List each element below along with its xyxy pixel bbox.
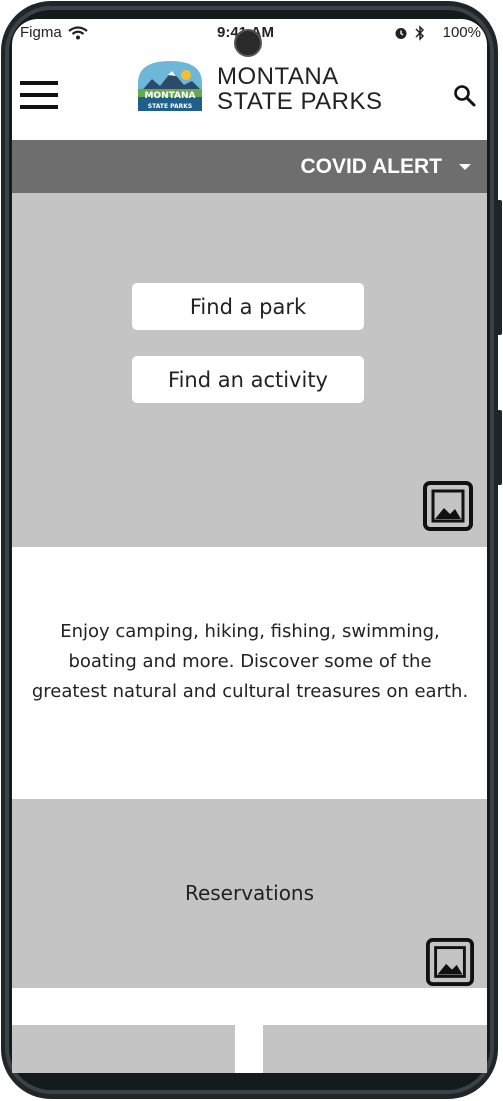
- brand-title-line1: MONTANA: [217, 63, 339, 90]
- intro-text: Enjoy camping, hiking, fishing, swimming…: [31, 621, 469, 702]
- logo-text-line2: STATE PARKS: [148, 103, 193, 110]
- covid-alert-label: COVID ALERT: [300, 155, 442, 178]
- section-divider: [12, 988, 487, 1025]
- image-placeholder-icon: [426, 938, 474, 986]
- bluetooth-icon: [415, 25, 425, 41]
- alarm-icon: [395, 28, 407, 39]
- battery-label: 100%: [442, 24, 481, 41]
- header: MONTANA STATE PARKS MONTANA STATE PARKS: [12, 47, 487, 140]
- park-logo[interactable]: MONTANA STATE PARKS: [136, 59, 204, 111]
- front-camera: [234, 29, 262, 57]
- reservations-card[interactable]: Reservations: [12, 799, 487, 988]
- screen: Figma 9:41 AM 100% MONTANA STATE PARKS M…: [12, 19, 487, 1073]
- hero-banner: Find a park Find an activity: [12, 193, 487, 547]
- content-tile[interactable]: [263, 1025, 487, 1073]
- reservations-title: Reservations: [184, 881, 315, 905]
- logo-text-line1: MONTANA: [144, 91, 195, 101]
- wifi-icon: [68, 26, 88, 40]
- find-activity-button[interactable]: Find an activity: [132, 356, 364, 403]
- carrier-label: Figma: [20, 24, 62, 41]
- menu-icon[interactable]: [20, 81, 58, 109]
- brand-title[interactable]: MONTANA STATE PARKS: [217, 64, 383, 114]
- content-tile[interactable]: [12, 1025, 235, 1073]
- find-park-button[interactable]: Find a park: [132, 283, 364, 330]
- covid-alert-bar[interactable]: COVID ALERT: [12, 140, 487, 193]
- intro-section: Enjoy camping, hiking, fishing, swimming…: [12, 547, 487, 799]
- chevron-down-icon: [459, 164, 471, 170]
- brand-title-line2: STATE PARKS: [217, 88, 383, 115]
- search-icon[interactable]: [453, 84, 477, 108]
- image-placeholder-icon: [423, 481, 473, 531]
